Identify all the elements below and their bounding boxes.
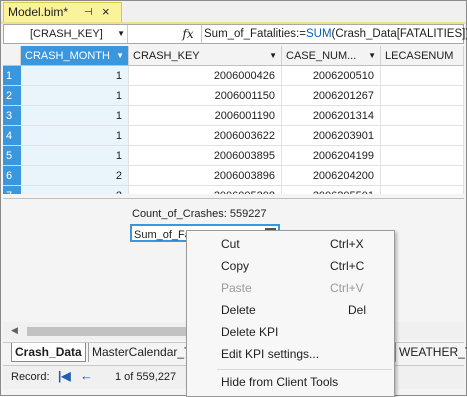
record-position: 1 of 559,227	[115, 371, 177, 383]
row-header[interactable]: 7	[3, 186, 21, 194]
measure-count-of-crashes[interactable]: Count_of_Crashes: 559227	[130, 205, 267, 223]
table-cell[interactable]: 2006001150	[129, 86, 282, 106]
table-cell[interactable]	[381, 86, 464, 106]
row-header[interactable]: 6	[3, 166, 21, 186]
row-header[interactable]: 3	[3, 106, 21, 126]
table-cell[interactable]	[381, 146, 464, 166]
filter-dropdown-icon[interactable]: ▼	[269, 46, 277, 65]
previous-record-icon[interactable]: ←	[80, 368, 93, 383]
chevron-down-icon[interactable]: ▼	[117, 25, 125, 43]
menu-item-paste: Paste Ctrl+V	[188, 277, 393, 299]
tab-weather[interactable]: WEATHER_T	[395, 343, 467, 362]
table-cell[interactable]: 2006005208	[129, 186, 282, 194]
menu-item-delete[interactable]: Delete Del	[188, 299, 393, 321]
formula-suffix: (Crash_Data[FATALITIES])	[331, 28, 467, 40]
menu-item-cut[interactable]: Cut Ctrl+X	[188, 233, 393, 255]
menu-item-shortcut: Ctrl+V	[330, 281, 364, 295]
data-grid: CRASH_MONTH ▼ CRASH_KEY ▼ CASE_NUM... ▼ …	[3, 46, 464, 194]
table-cell[interactable]: 2	[21, 166, 129, 186]
table-cell[interactable]: 2006003622	[129, 126, 282, 146]
function-icon[interactable]: fx	[176, 25, 200, 43]
table-cell[interactable]: 2006201314	[282, 106, 381, 126]
column-header-label: LECASENUM	[385, 50, 454, 62]
table-cell[interactable]: 2	[21, 186, 129, 194]
pin-icon[interactable]: ⊣	[84, 3, 93, 22]
row-header[interactable]: 2	[3, 86, 21, 106]
formula-input[interactable]: Sum_of_Fatalities:=SUM(Crash_Data[FATALI…	[201, 25, 467, 43]
table-cell[interactable]: 1	[21, 86, 129, 106]
context-menu: Cut Ctrl+X Copy Ctrl+C Paste Ctrl+V Dele…	[186, 230, 395, 397]
column-header-label: CASE_NUM...	[286, 50, 357, 62]
menu-item-shortcut: Ctrl+C	[330, 259, 365, 273]
table-cell[interactable]: 2006001190	[129, 106, 282, 126]
column-header-label: CRASH_KEY	[133, 50, 200, 62]
menu-item-delete-kpi[interactable]: Delete KPI	[188, 321, 393, 343]
column-header-lecasenum[interactable]: LECASENUM	[381, 46, 464, 66]
filter-dropdown-icon[interactable]: ▼	[368, 46, 376, 65]
formula-function: SUM	[305, 28, 332, 40]
table-cell[interactable]: 2006003895	[129, 146, 282, 166]
document-tab-strip: Model.bim* ⊣ ×	[1, 1, 466, 24]
formula-prefix: Sum_of_Fatalities:=	[204, 28, 306, 40]
scrollbar-thumb[interactable]	[27, 327, 187, 336]
column-header-crash-key[interactable]: CRASH_KEY ▼	[129, 46, 282, 66]
table-cell[interactable]: 2006204199	[282, 146, 381, 166]
table-cell[interactable]: 1	[21, 126, 129, 146]
formula-bar: [CRASH_KEY] ▼ fx Sum_of_Fatalities:=SUM(…	[3, 24, 467, 44]
window-frame: Model.bim* ⊣ × [CRASH_KEY] ▼ fx Sum_of_F…	[0, 0, 467, 397]
table-cell[interactable]: 1	[21, 66, 129, 86]
table-cell[interactable]: 2006205501	[282, 186, 381, 194]
table-cell[interactable]	[381, 166, 464, 186]
menu-item-shortcut: Del	[348, 303, 367, 317]
table-cell[interactable]: 2006200510	[282, 66, 381, 86]
column-header-crash-month[interactable]: CRASH_MONTH ▼	[21, 46, 129, 66]
table-cell[interactable]	[381, 106, 464, 126]
document-tab-title: Model.bim*	[8, 5, 69, 19]
name-box[interactable]: [CRASH_KEY] ▼	[4, 25, 128, 43]
menu-item-copy[interactable]: Copy Ctrl+C	[188, 255, 393, 277]
table-cell[interactable]	[381, 186, 464, 194]
menu-item-edit-kpi-settings[interactable]: Edit KPI settings...	[188, 343, 393, 365]
tab-mastercalendar[interactable]: MasterCalendar_T	[88, 343, 194, 362]
row-header[interactable]: 4	[3, 126, 21, 146]
menu-separator	[217, 369, 392, 370]
table-cell[interactable]: 2006203901	[282, 126, 381, 146]
table-cell[interactable]	[381, 66, 464, 86]
document-tab-model-bim[interactable]: Model.bim* ⊣ ×	[3, 2, 122, 23]
name-box-value: [CRASH_KEY]	[30, 28, 103, 40]
table-cell[interactable]: 2006000426	[129, 66, 282, 86]
corner-header[interactable]	[3, 46, 21, 66]
menu-item-label: Edit KPI settings...	[221, 347, 320, 361]
menu-item-label: Cut	[221, 237, 240, 251]
table-cell[interactable]: 2006003896	[129, 166, 282, 186]
scroll-left-icon[interactable]: ◀	[11, 325, 18, 336]
menu-item-label: Hide from Client Tools	[221, 375, 339, 389]
table-cell[interactable]	[381, 126, 464, 146]
menu-item-label: Delete	[221, 303, 256, 317]
tab-crash-data[interactable]: Crash_Data	[11, 343, 86, 362]
menu-item-label: Copy	[221, 259, 250, 273]
filter-dropdown-icon[interactable]: ▼	[116, 46, 124, 65]
close-icon[interactable]: ×	[102, 2, 110, 21]
table-cell[interactable]: 1	[21, 146, 129, 166]
table-cell[interactable]: 1	[21, 106, 129, 126]
first-record-icon[interactable]: |◀	[58, 369, 71, 383]
menu-item-hide-from-client-tools[interactable]: Hide from Client Tools	[188, 371, 393, 393]
row-header[interactable]: 5	[3, 146, 21, 166]
menu-item-label: Paste	[221, 281, 252, 295]
record-label: Record:	[11, 371, 50, 383]
row-header[interactable]: 1	[3, 66, 21, 86]
menu-item-shortcut: Ctrl+X	[330, 237, 364, 251]
menu-item-label: Delete KPI	[221, 325, 279, 339]
column-header-case-num[interactable]: CASE_NUM... ▼	[282, 46, 381, 66]
column-header-label: CRASH_MONTH	[25, 50, 110, 62]
table-cell[interactable]: 2006201267	[282, 86, 381, 106]
table-cell[interactable]: 2006204200	[282, 166, 381, 186]
